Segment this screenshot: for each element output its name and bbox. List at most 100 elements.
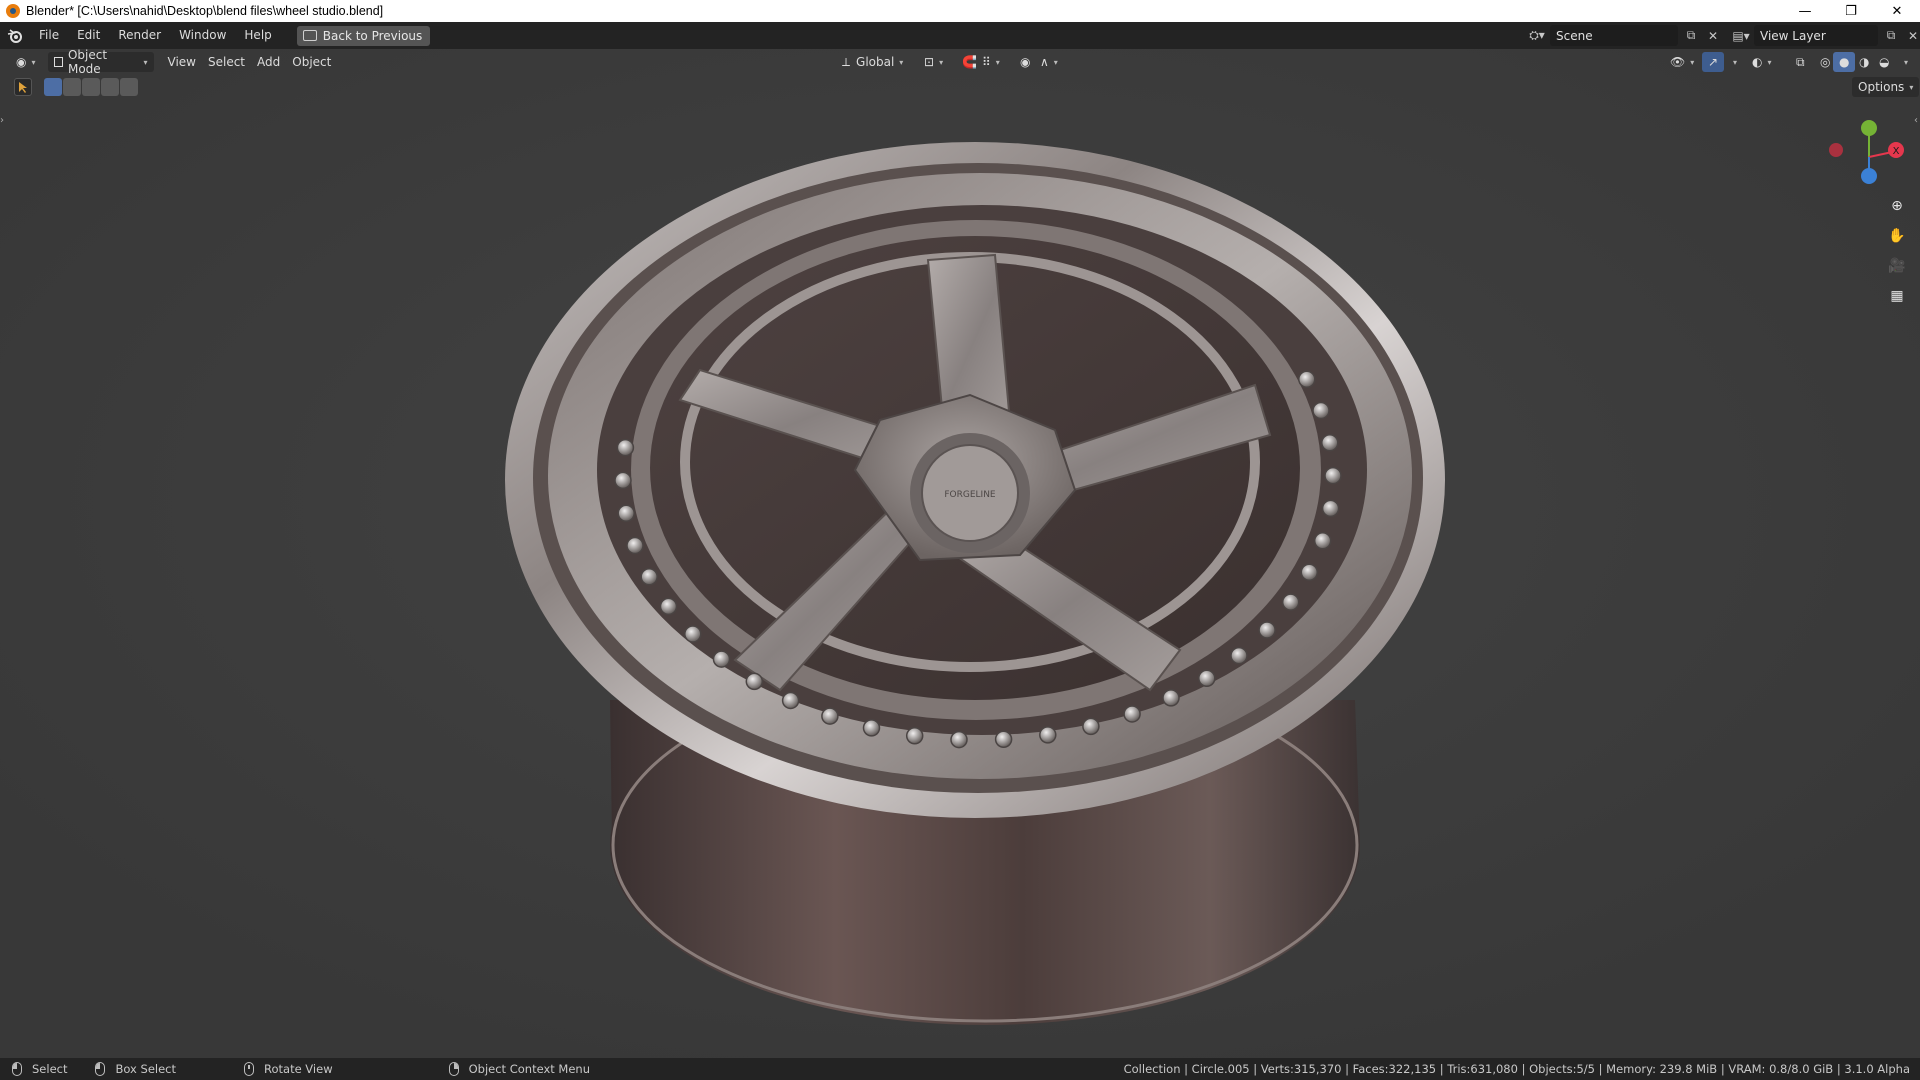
- wheel-render: FORGELINE: [0, 49, 1920, 1058]
- rim-bolt: [659, 597, 678, 616]
- shading-options-icon[interactable]: ▾: [1893, 52, 1914, 72]
- toolbar-expand-icon[interactable]: ›: [0, 115, 4, 126]
- minimize-button[interactable]: —: [1782, 0, 1828, 22]
- rim-bolt: [1298, 370, 1316, 389]
- rim-bolt: [1230, 646, 1248, 665]
- rim-bolt: [1321, 433, 1339, 452]
- snap-element-icon[interactable]: ⠿ ▾: [976, 52, 1006, 72]
- rim-bolt: [745, 672, 764, 691]
- menu-help[interactable]: Help: [235, 22, 280, 49]
- overlays-icon[interactable]: ◐ ▾: [1746, 52, 1778, 72]
- select-mode-subtract-icon[interactable]: [82, 78, 100, 96]
- select-mode-intersect-icon[interactable]: [120, 78, 138, 96]
- window-title: Blender* [C:\Users\nahid\Desktop\blend f…: [26, 4, 384, 18]
- delete-scene-icon[interactable]: ✕: [1704, 25, 1722, 46]
- options-label: Options: [1858, 80, 1905, 94]
- rim-bolt: [626, 536, 644, 555]
- rim-bolt: [1324, 466, 1342, 485]
- perspective-grid-icon[interactable]: ▦: [1884, 283, 1910, 309]
- options-dropdown[interactable]: Options ▾: [1852, 77, 1920, 97]
- menu-edit[interactable]: Edit: [68, 22, 109, 49]
- scene-name: Scene: [1556, 28, 1593, 43]
- visibility-icon[interactable]: 👁 ▾: [1664, 52, 1700, 72]
- rim-bolt: [684, 625, 702, 643]
- transform-orientation-dropdown[interactable]: ⟂ Global ▾: [836, 52, 909, 72]
- gizmo-toggle-icon[interactable]: ↗: [1702, 52, 1725, 72]
- delete-view-layer-icon[interactable]: ✕: [1904, 25, 1920, 46]
- blender-logo-icon: [6, 4, 20, 18]
- rim-bolt: [617, 504, 635, 523]
- rim-bolt: [1123, 705, 1141, 723]
- 3d-viewport[interactable]: FORGELINE ◉ ▾ Object Mode ▾ View Select Ad…: [0, 49, 1920, 1058]
- menu-render[interactable]: Render: [109, 22, 170, 49]
- status-select: Select: [12, 1062, 67, 1076]
- scene-statistics: Collection | Circle.005 | Verts:315,370 …: [1123, 1062, 1910, 1076]
- status-box-select-label: Box Select: [115, 1062, 176, 1076]
- scene-browse-icon[interactable]: ⛭▾: [1524, 25, 1550, 46]
- select-mode-extend-icon[interactable]: [63, 78, 81, 96]
- editor-type-icon[interactable]: ◉ ▾: [10, 52, 42, 72]
- mode-label: Object Mode: [67, 49, 108, 76]
- menu-select[interactable]: Select: [202, 52, 251, 72]
- rim-bolt: [821, 707, 839, 725]
- menu-add[interactable]: Add: [251, 52, 286, 72]
- rim-bolt: [614, 471, 632, 490]
- fullscreen-back-icon: [302, 30, 317, 41]
- new-scene-icon[interactable]: ⧉: [1678, 25, 1704, 46]
- menu-file[interactable]: File: [30, 22, 68, 49]
- scene-name-field[interactable]: Scene: [1550, 25, 1678, 46]
- close-button[interactable]: ✕: [1874, 0, 1920, 22]
- status-context-menu-label: Object Context Menu: [468, 1062, 590, 1076]
- rim-bolt: [1281, 593, 1300, 611]
- menu-view[interactable]: View: [162, 52, 202, 72]
- view-layer-name: View Layer: [1760, 28, 1826, 43]
- rim-bolt: [905, 727, 924, 745]
- menu-window[interactable]: Window: [170, 22, 235, 49]
- rim-bolt: [640, 567, 658, 586]
- gizmo-neg-x-axis[interactable]: [1829, 143, 1843, 157]
- gizmo-z-axis[interactable]: [1861, 168, 1877, 184]
- back-to-previous-button[interactable]: Back to Previous: [296, 25, 431, 46]
- orientation-label: Global: [856, 55, 895, 69]
- right-mouse-icon: [448, 1062, 459, 1076]
- new-view-layer-icon[interactable]: ⧉: [1878, 25, 1904, 46]
- select-mode-invert-icon[interactable]: [101, 78, 119, 96]
- status-bar: Select Box Select Rotate View Object Con…: [0, 1058, 1920, 1080]
- restore-button[interactable]: ❐: [1828, 0, 1874, 22]
- top-menu-bar: File Edit Render Window Help Back to Pre…: [0, 22, 1920, 49]
- zoom-icon[interactable]: ⊕: [1884, 193, 1910, 219]
- object-mode-icon: [53, 57, 63, 67]
- rim-bolt: [1313, 532, 1332, 550]
- rim-bolt: [781, 691, 800, 710]
- orientation-icon: ⟂: [842, 54, 851, 69]
- tool-settings-row: Options ▾: [0, 76, 1920, 100]
- select-tool-icon[interactable]: [14, 78, 32, 96]
- gizmo-dropdown-icon[interactable]: ▾: [1722, 52, 1743, 72]
- falloff-icon[interactable]: ∧ ▾: [1034, 52, 1064, 72]
- rim-bolt: [1198, 669, 1216, 688]
- scene-selector-group: ⛭▾ Scene ⧉ ✕ ▤▾ View Layer ⧉ ✕: [1524, 25, 1920, 46]
- rim-bolt: [1312, 401, 1330, 420]
- menu-object[interactable]: Object: [286, 52, 337, 72]
- xray-icon[interactable]: ⧉: [1790, 52, 1811, 72]
- view-layer-browse-icon[interactable]: ▤▾: [1728, 25, 1754, 46]
- left-mouse-icon: [12, 1062, 22, 1076]
- status-context-menu: Object Context Menu: [448, 1062, 590, 1076]
- rim-bolt: [1162, 689, 1180, 707]
- status-select-label: Select: [32, 1062, 68, 1076]
- select-mode-new-icon[interactable]: [44, 78, 62, 96]
- gizmo-y-axis[interactable]: [1861, 120, 1877, 136]
- rim-bolt: [1321, 499, 1340, 518]
- pivot-point-icon[interactable]: ⊡ ▾: [918, 52, 949, 72]
- blender-menu-icon[interactable]: [0, 22, 30, 49]
- mode-dropdown[interactable]: Object Mode ▾: [47, 49, 154, 76]
- gizmo-x-label: X: [1893, 146, 1900, 157]
- view-layer-field[interactable]: View Layer: [1754, 25, 1878, 46]
- center-cap-logo: FORGELINE: [944, 490, 996, 500]
- navigation-gizmo[interactable]: X: [1820, 115, 1920, 195]
- pan-hand-icon[interactable]: ✋: [1884, 223, 1910, 249]
- middle-mouse-icon: [244, 1062, 254, 1076]
- status-rotate-view: Rotate View: [244, 1062, 333, 1076]
- status-rotate-view-label: Rotate View: [264, 1062, 333, 1076]
- camera-view-icon[interactable]: 🎥: [1884, 253, 1910, 279]
